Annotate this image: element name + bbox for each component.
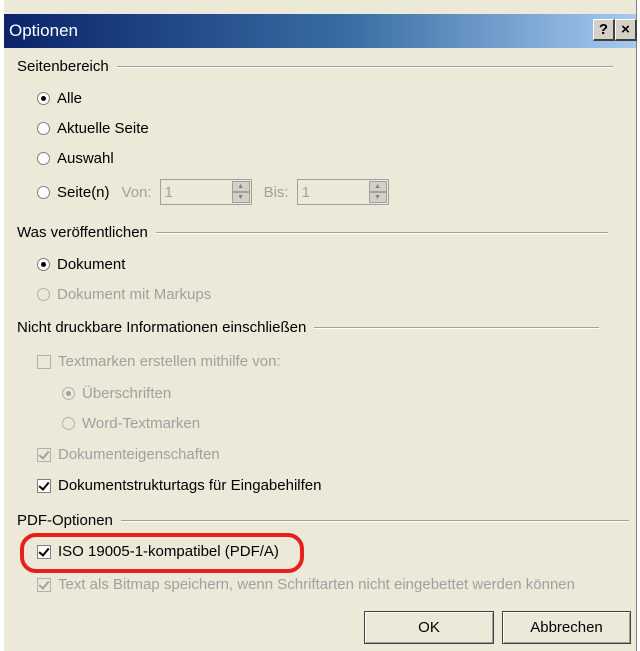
radio-selection[interactable]: Auswahl	[37, 150, 114, 167]
radio-word-bookmarks[interactable]: Word-Textmarken	[62, 415, 200, 432]
radio-label: Auswahl	[57, 150, 114, 167]
radio-button[interactable]	[37, 92, 50, 105]
radio-pages[interactable]	[37, 185, 50, 199]
radio-document-markups[interactable]: Dokument mit Markups	[37, 286, 211, 303]
radio-button[interactable]	[37, 152, 50, 165]
page-range-group: Seitenbereich	[17, 58, 613, 75]
checkbox-label: Dokumenteigenschaften	[58, 446, 220, 463]
radio-headings[interactable]: Überschriften	[62, 385, 171, 402]
group-divider	[314, 326, 600, 329]
title-bar[interactable]: Optionen ? ×	[4, 14, 637, 48]
checkbox-bitmap-text[interactable]: Text als Bitmap speichern, wenn Schrifta…	[37, 576, 575, 593]
radio-label: Überschriften	[82, 385, 172, 402]
arrow-up-icon[interactable]: ▲	[231, 181, 250, 192]
radio-all[interactable]: Alle	[37, 90, 82, 107]
from-value: 1	[164, 183, 173, 201]
radio-button[interactable]	[62, 417, 75, 430]
radio-label: Dokument	[57, 256, 126, 273]
radio-button[interactable]	[37, 122, 50, 135]
to-value: 1	[301, 183, 310, 201]
radio-current-page[interactable]: Aktuelle Seite	[37, 120, 149, 137]
checkbox-label: Textmarken erstellen mithilfe von:	[58, 353, 281, 370]
to-spinner[interactable]: 1 ▲ ▼	[296, 179, 389, 205]
to-label: Bis:	[263, 183, 289, 201]
arrow-down-icon[interactable]: ▼	[231, 192, 250, 203]
radio-pages-row: Seite(n) Von: 1 ▲ ▼ Bis: 1 ▲ ▼	[37, 179, 389, 205]
page-range-heading: Seitenbereich	[17, 58, 109, 75]
checkbox[interactable]	[37, 354, 51, 369]
options-dialog: Optionen ? × Seitenbereich Alle Aktuelle…	[3, 0, 637, 651]
pdf-options-group: PDF-Optionen	[17, 512, 629, 529]
window-title: Optionen	[9, 21, 78, 40]
from-spinner[interactable]: 1 ▲ ▼	[159, 179, 252, 205]
radio-button[interactable]	[62, 387, 75, 400]
non-printable-group: Nicht druckbare Informationen einschließ…	[17, 319, 600, 336]
radio-label: Seite(n)	[57, 183, 110, 201]
checkbox-label: Text als Bitmap speichern, wenn Schrifta…	[58, 576, 575, 593]
spinner-arrows[interactable]: ▲ ▼	[231, 181, 250, 203]
radio-label: Alle	[57, 90, 83, 107]
checkbox-doc-properties[interactable]: Dokumenteigenschaften	[37, 446, 220, 463]
help-button[interactable]: ?	[593, 19, 615, 41]
checkbox[interactable]	[37, 478, 51, 493]
pdf-options-heading: PDF-Optionen	[17, 512, 113, 529]
radio-label: Word-Textmarken	[82, 415, 201, 432]
from-label: Von:	[121, 183, 152, 201]
spinner-arrows[interactable]: ▲ ▼	[368, 181, 387, 203]
checkbox[interactable]	[37, 447, 51, 462]
checkbox-label: Dokumentstrukturtags für Eingabehilfen	[58, 477, 322, 494]
red-highlight-annotation	[20, 533, 304, 573]
close-button[interactable]: ×	[615, 19, 637, 41]
group-divider	[120, 519, 629, 522]
non-printable-heading: Nicht druckbare Informationen einschließ…	[17, 319, 307, 336]
radio-label: Dokument mit Markups	[57, 286, 212, 303]
ok-button[interactable]: OK	[364, 611, 494, 644]
radio-button[interactable]	[37, 258, 50, 271]
arrow-up-icon[interactable]: ▲	[368, 181, 387, 192]
checkbox[interactable]	[37, 577, 51, 592]
group-divider	[116, 65, 613, 68]
cancel-button[interactable]: Abbrechen	[502, 611, 631, 644]
group-divider	[155, 231, 608, 234]
publish-heading: Was veröffentlichen	[17, 224, 148, 241]
checkbox-structure-tags[interactable]: Dokumentstrukturtags für Eingabehilfen	[37, 477, 321, 494]
checkbox-bookmarks[interactable]: Textmarken erstellen mithilfe von:	[37, 353, 281, 370]
radio-document[interactable]: Dokument	[37, 256, 125, 273]
arrow-down-icon[interactable]: ▼	[368, 192, 387, 203]
radio-label: Aktuelle Seite	[57, 120, 149, 137]
radio-button[interactable]	[37, 288, 50, 301]
publish-group: Was veröffentlichen	[17, 224, 608, 241]
